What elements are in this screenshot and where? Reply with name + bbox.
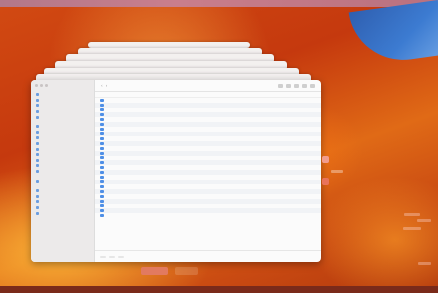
folder-icon [100, 156, 104, 160]
folder-icon [100, 132, 104, 136]
folder-icon [100, 190, 104, 194]
tag-icon[interactable] [294, 83, 299, 88]
dialog-footer [95, 250, 321, 262]
folder-icon [100, 214, 104, 218]
footer-control[interactable] [100, 255, 106, 258]
search-icon[interactable] [310, 83, 315, 88]
app-badge-icon[interactable] [322, 156, 329, 163]
folder-icon [100, 103, 104, 107]
folder-icon [100, 113, 104, 117]
window-controls [35, 84, 92, 87]
folder-icon [100, 146, 104, 150]
folder-icon [36, 142, 39, 146]
sidebar-item[interactable] [33, 169, 92, 175]
minimize-button[interactable] [40, 84, 43, 87]
folder-icon [36, 200, 39, 204]
folder-icon [100, 185, 104, 189]
folder-icon [100, 166, 104, 170]
dialog-buttons [141, 267, 198, 275]
folder-icon [36, 158, 39, 162]
sidebar-item[interactable] [33, 178, 92, 184]
chevron-right-icon[interactable]: › [106, 83, 108, 88]
app-badge-label [331, 170, 343, 173]
folder-icon [100, 127, 104, 131]
folder-icon [100, 209, 104, 213]
desktop-item-label[interactable] [418, 262, 431, 265]
zoom-button[interactable] [45, 84, 48, 87]
app-badge-icon-2[interactable] [322, 178, 329, 185]
chevron-left-icon[interactable]: ‹ [101, 83, 103, 88]
folder-icon [100, 170, 104, 174]
folder-icon [36, 179, 39, 183]
footer-control[interactable] [109, 255, 115, 258]
folder-icon [100, 98, 104, 102]
folder-icon [100, 175, 104, 179]
dock-strip [0, 286, 438, 293]
sidebar [31, 80, 95, 262]
file-list [95, 98, 321, 250]
folder-icon [36, 115, 39, 119]
folder-icon [36, 110, 39, 114]
folder-icon [36, 104, 39, 108]
more-icon[interactable] [302, 83, 307, 88]
folder-icon [100, 151, 104, 155]
folder-icon [100, 108, 104, 112]
footer-control[interactable] [118, 255, 124, 258]
table-row[interactable] [95, 213, 321, 218]
folder-icon [36, 164, 39, 168]
folder-icon [36, 211, 39, 215]
finder-window[interactable]: ‹ › [31, 80, 321, 262]
folder-icon [36, 125, 39, 129]
main-pane: ‹ › [95, 80, 321, 262]
sidebar-item[interactable] [33, 114, 92, 120]
folder-icon [36, 194, 39, 198]
desktop-item-label[interactable] [403, 227, 421, 230]
folder-icon [36, 153, 39, 157]
folder-icon [100, 194, 104, 198]
share-icon[interactable] [286, 83, 291, 88]
folder-icon [100, 180, 104, 184]
folder-icon [100, 199, 104, 203]
folder-icon [36, 205, 39, 209]
toolbar: ‹ › [95, 80, 321, 92]
folder-icon [36, 98, 39, 102]
folder-icon [100, 137, 104, 141]
secondary-button[interactable] [175, 267, 198, 275]
desktop-item-label[interactable] [404, 213, 420, 216]
close-button[interactable] [35, 84, 38, 87]
folder-icon [100, 142, 104, 146]
sidebar-item[interactable] [33, 210, 92, 216]
menu-bar [0, 0, 438, 7]
folder-icon [100, 118, 104, 122]
folder-icon [36, 93, 39, 97]
view-icon[interactable] [278, 83, 283, 88]
folder-icon [36, 170, 39, 174]
wallpaper-blue-shape [348, 0, 438, 67]
folder-icon [36, 136, 39, 140]
folder-icon [36, 147, 39, 151]
primary-button[interactable] [141, 267, 168, 275]
folder-icon [100, 161, 104, 165]
desktop-item-label[interactable] [417, 219, 431, 222]
folder-icon [36, 130, 39, 134]
folder-icon [100, 122, 104, 126]
folder-icon [100, 204, 104, 208]
folder-icon [36, 189, 39, 193]
